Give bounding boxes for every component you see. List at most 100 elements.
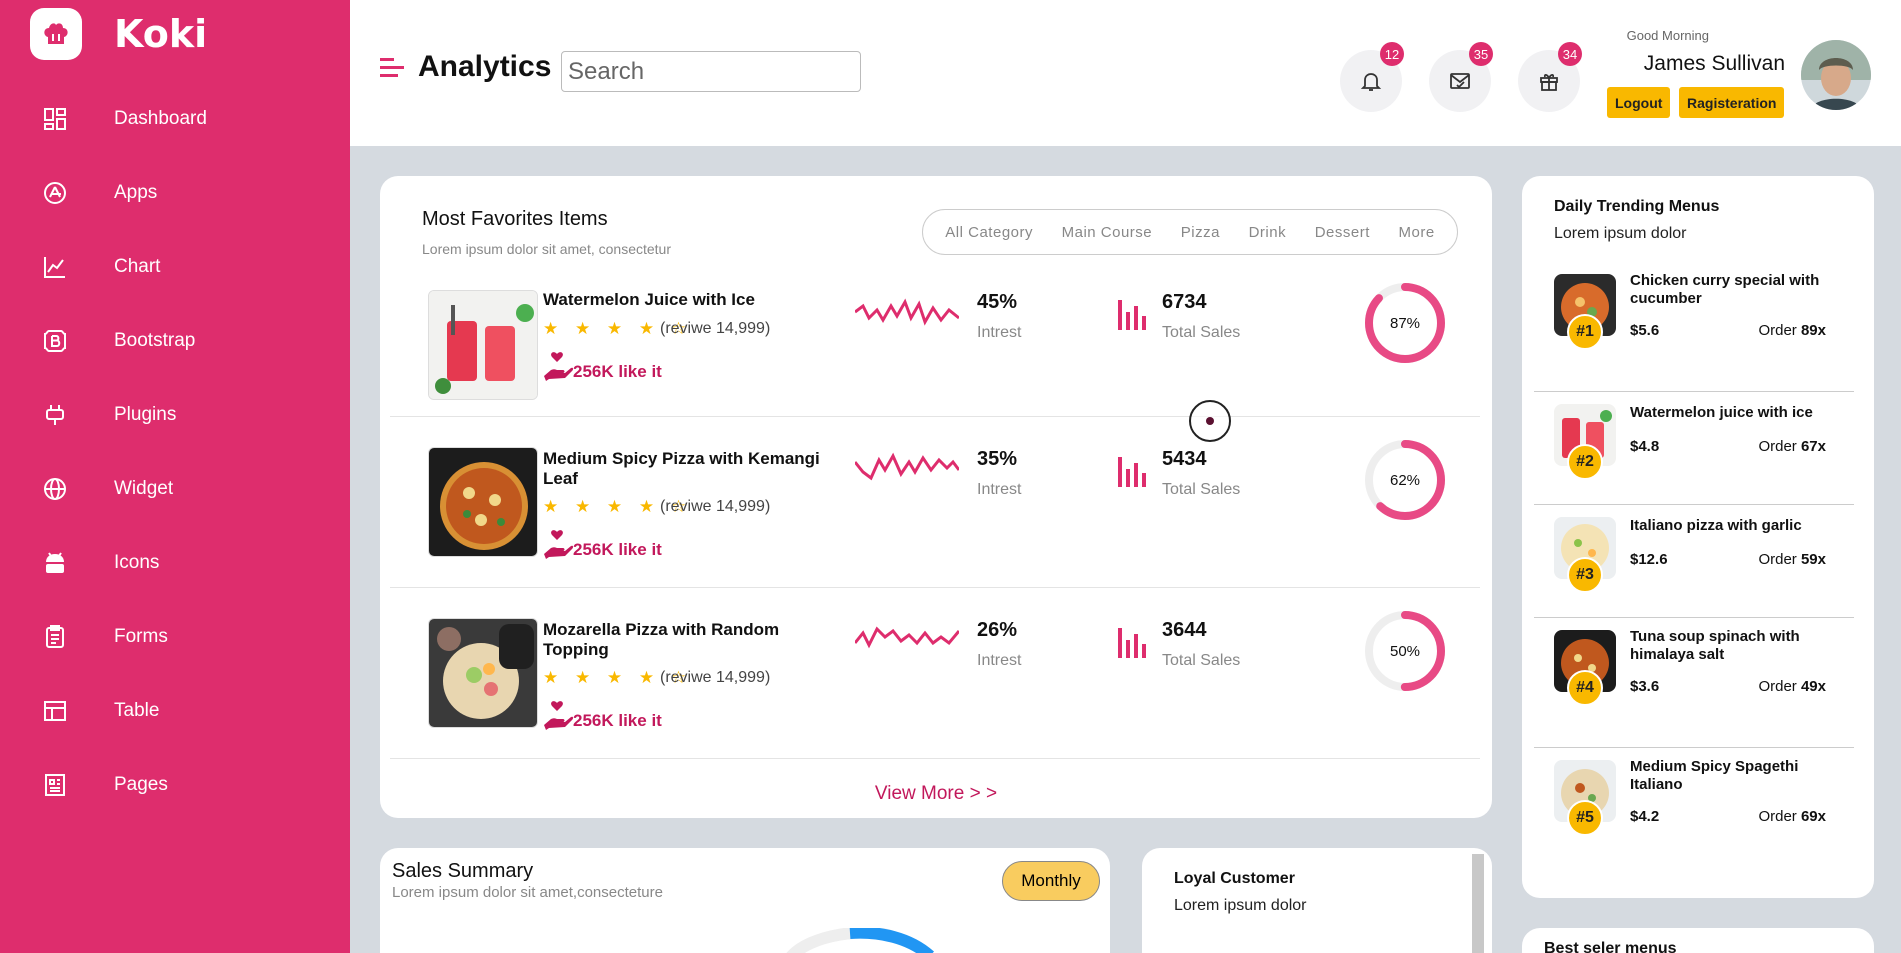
best-seller-card: Best seler menus bbox=[1522, 928, 1874, 953]
sidebar-item-dashboard[interactable]: Dashboard bbox=[0, 82, 350, 156]
scrollbar[interactable] bbox=[1472, 854, 1484, 953]
category-tab-drink[interactable]: Drink bbox=[1249, 224, 1287, 241]
cursor-indicator bbox=[1189, 400, 1231, 442]
favorite-item-row[interactable]: Mozarella Pizza with Random Topping ★ ★ … bbox=[390, 588, 1480, 759]
interest-label: Intrest bbox=[977, 324, 1022, 341]
progress-donut: 87% bbox=[1364, 282, 1446, 369]
favorite-item-row[interactable]: Watermelon Juice with Ice ★ ★ ★ ★ ☆ (rev… bbox=[390, 282, 1480, 417]
item-name: Medium Spicy Pizza with Kemangi Leaf bbox=[543, 449, 820, 488]
item-name: Mozarella Pizza with Random Topping bbox=[543, 620, 780, 659]
sidebar-item-apps[interactable]: Apps bbox=[0, 156, 350, 230]
notifications-button[interactable]: 12 bbox=[1340, 42, 1404, 112]
chart-icon bbox=[40, 252, 70, 282]
review-count: (reviwe 14,999) bbox=[660, 669, 771, 686]
sidebar-item-label: Forms bbox=[114, 626, 168, 647]
rank-badge: #3 bbox=[1567, 557, 1603, 593]
category-tab-main-course[interactable]: Main Course bbox=[1062, 224, 1153, 241]
table-icon bbox=[40, 696, 70, 726]
sidebar-item-bootstrap[interactable]: Bootstrap bbox=[0, 304, 350, 378]
category-tab-all[interactable]: All Category bbox=[945, 224, 1033, 241]
menu-price: $4.8 bbox=[1630, 438, 1660, 455]
bell-icon bbox=[1360, 73, 1382, 91]
trending-item[interactable]: #3 Italiano pizza with garlic $12.6 Orde… bbox=[1534, 505, 1854, 618]
registration-button[interactable]: Ragisteration bbox=[1679, 87, 1785, 118]
sidebar-item-label: Plugins bbox=[114, 404, 177, 425]
trending-item[interactable]: #5 Medium Spicy Spagethi Italiano $4.2 O… bbox=[1534, 748, 1854, 878]
sidebar-item-forms[interactable]: Forms bbox=[0, 600, 350, 674]
rank-badge: #5 bbox=[1567, 800, 1603, 836]
favorites-title: Most Favorites Items bbox=[422, 208, 608, 230]
dashboard-icon bbox=[40, 104, 70, 134]
total-sales-value: 3644 bbox=[1162, 619, 1207, 641]
sidebar-item-label: Chart bbox=[114, 256, 161, 277]
notification-count-badge: 12 bbox=[1380, 42, 1404, 66]
interest-sparkline bbox=[855, 298, 959, 326]
sidebar-item-plugins[interactable]: Plugins bbox=[0, 378, 350, 452]
favorite-item-row[interactable]: Medium Spicy Pizza with Kemangi Leaf ★ ★… bbox=[390, 417, 1480, 588]
watermelon-juice-image bbox=[428, 290, 538, 400]
user-name: James Sullivan bbox=[1643, 52, 1785, 75]
avatar[interactable] bbox=[1801, 40, 1871, 110]
sidebar-item-table[interactable]: Table bbox=[0, 674, 350, 748]
plugins-icon bbox=[40, 400, 70, 430]
category-tab-dessert[interactable]: Dessert bbox=[1315, 224, 1370, 241]
daily-trending-card: Daily Trending Menus Lorem ipsum dolor #… bbox=[1522, 176, 1874, 898]
category-filter: All Category Main Course Pizza Drink Des… bbox=[922, 209, 1458, 255]
progress-label: 62% bbox=[1390, 472, 1420, 489]
interest-sparkline bbox=[855, 452, 959, 481]
heart-hand-icon bbox=[544, 352, 573, 381]
pages-icon bbox=[40, 770, 70, 800]
sidebar-item-chart[interactable]: Chart bbox=[0, 230, 350, 304]
sidebar-item-label: Table bbox=[114, 700, 160, 721]
view-more-link[interactable]: View More > > bbox=[380, 783, 1492, 805]
heart-hand-icon bbox=[544, 701, 573, 730]
progress-donut: 62% bbox=[1364, 439, 1446, 526]
summary-title: Sales Summary bbox=[392, 860, 534, 882]
likes-text: 256K like it bbox=[573, 362, 662, 381]
menu-toggle-icon[interactable] bbox=[380, 56, 406, 85]
loyal-title: Loyal Customer bbox=[1174, 870, 1295, 887]
sidebar-item-pages[interactable]: Pages bbox=[0, 748, 350, 822]
menu-name: Watermelon juice with ice bbox=[1630, 404, 1813, 421]
android-icon bbox=[40, 548, 70, 578]
message-count-badge: 35 bbox=[1469, 42, 1493, 66]
period-select-button[interactable]: Monthly bbox=[1002, 861, 1100, 901]
search-input[interactable] bbox=[561, 51, 861, 92]
item-name: Watermelon Juice with Ice bbox=[543, 290, 755, 309]
chef-hat-logo-icon bbox=[30, 8, 82, 60]
summary-donut-top bbox=[786, 928, 935, 953]
brand[interactable]: Koki bbox=[30, 8, 207, 60]
sidebar-item-icons[interactable]: Icons bbox=[0, 526, 350, 600]
category-tab-more[interactable]: More bbox=[1398, 224, 1434, 241]
mozarella-pizza-image bbox=[428, 618, 538, 728]
brand-name: Koki bbox=[114, 12, 208, 56]
likes-text: 256K like it bbox=[573, 540, 662, 559]
gifts-button[interactable]: 34 bbox=[1518, 42, 1582, 112]
sidebar-nav: Dashboard Apps Chart Bootstrap Plugins W… bbox=[0, 82, 350, 822]
globe-icon bbox=[40, 474, 70, 504]
gift-icon bbox=[1540, 73, 1558, 91]
total-sales-label: Total Sales bbox=[1162, 324, 1241, 341]
most-favorites-card: Most Favorites Items Lorem ipsum dolor s… bbox=[380, 176, 1492, 818]
menu-name: Tuna soup spinach with himalaya salt bbox=[1630, 628, 1800, 663]
cursor-dot bbox=[1206, 417, 1214, 425]
logout-button[interactable]: Logout bbox=[1607, 87, 1671, 118]
menu-price: $12.6 bbox=[1630, 551, 1668, 568]
trending-item[interactable]: #4 Tuna soup spinach with himalaya salt … bbox=[1534, 618, 1854, 748]
sidebar-item-label: Dashboard bbox=[114, 108, 207, 129]
messages-button[interactable]: 35 bbox=[1429, 42, 1493, 112]
menu-price: $3.6 bbox=[1630, 678, 1660, 695]
likes: 256K like it bbox=[543, 350, 662, 382]
trending-item[interactable]: #2 Watermelon juice with ice $4.8 Order … bbox=[1534, 392, 1854, 505]
best-seller-title: Best seler menus bbox=[1544, 940, 1677, 953]
page-title: Analytics bbox=[418, 50, 552, 83]
category-tab-pizza[interactable]: Pizza bbox=[1181, 224, 1220, 241]
bootstrap-icon bbox=[40, 326, 70, 356]
rank-badge: #4 bbox=[1567, 670, 1603, 706]
interest-sparkline bbox=[855, 626, 959, 649]
top-header: Analytics 12 35 34 Good Morning James Su… bbox=[350, 0, 1901, 146]
menu-order: Order 49x bbox=[1758, 678, 1826, 695]
progress-donut: 50% bbox=[1364, 610, 1446, 697]
sidebar-item-widget[interactable]: Widget bbox=[0, 452, 350, 526]
trending-item[interactable]: #1 Chicken curry special with cucumber $… bbox=[1534, 262, 1854, 392]
